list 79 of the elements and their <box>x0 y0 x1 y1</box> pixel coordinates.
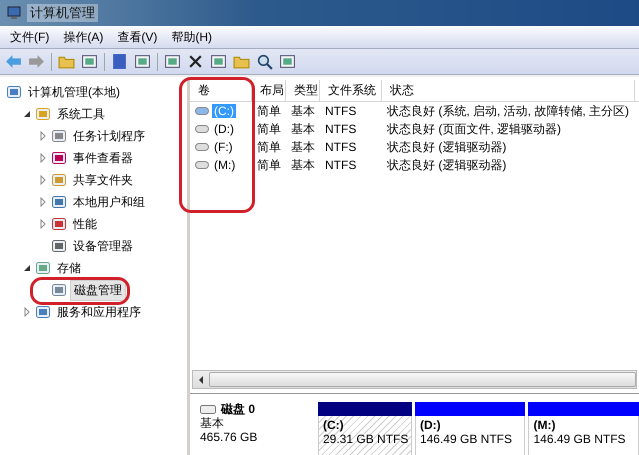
tree-item[interactable]: 性能 <box>70 214 100 234</box>
tree-item[interactable]: 设备管理器 <box>70 236 136 256</box>
disk-size: 465.76 GB <box>200 430 258 444</box>
table-cell: 基本 <box>291 102 315 120</box>
column-header[interactable]: 文件系统 <box>320 80 382 101</box>
menu-item[interactable]: 操作(A) <box>63 28 104 46</box>
tree-node-icon <box>51 216 67 232</box>
drive-icon <box>195 125 209 133</box>
tree-item[interactable]: 本地用户和组 <box>70 192 148 212</box>
tree-node-icon <box>35 106 51 122</box>
column-header[interactable]: 卷 <box>190 80 252 101</box>
table-cell: NTFS <box>325 122 356 136</box>
volume-name[interactable]: (F:) <box>212 140 235 154</box>
collapsed-triangle-icon[interactable] <box>38 153 48 163</box>
table-cell: 状态良好 (逻辑驱动器) <box>387 138 506 156</box>
collapsed-triangle-icon[interactable] <box>38 175 48 185</box>
tree-node-icon <box>51 172 67 188</box>
drive-icon <box>195 107 209 115</box>
partition-label: (M:) <box>533 418 556 432</box>
search-icon[interactable] <box>256 53 273 70</box>
tree-node-icon <box>51 238 67 254</box>
table-cell: 基本 <box>291 156 315 174</box>
table-cell: 状态良好 (系统, 启动, 活动, 故障转储, 主分区) <box>387 102 629 120</box>
column-header[interactable]: 类型 <box>286 80 320 101</box>
menu-item[interactable]: 帮助(H) <box>171 28 212 46</box>
table-cell: 简单 <box>257 102 281 120</box>
tree-item[interactable]: 磁盘管理 <box>70 280 126 300</box>
pane-icon[interactable] <box>134 53 151 70</box>
table-cell: 状态良好 (页面文件, 逻辑驱动器) <box>387 120 561 138</box>
collapsed-triangle-icon[interactable] <box>38 131 48 141</box>
drive-icon <box>195 143 209 151</box>
scroll-left-arrow-icon[interactable] <box>197 376 205 384</box>
tree-item[interactable]: 系统工具 <box>54 104 108 124</box>
tree-node-icon <box>35 260 51 276</box>
menu-item[interactable]: 查看(V) <box>117 28 158 46</box>
partition-size: 146.49 GB NTFS <box>533 432 627 446</box>
tree-item[interactable]: 共享文件夹 <box>70 170 136 190</box>
expanded-triangle-icon[interactable] <box>22 109 32 119</box>
tree-node-icon <box>51 282 67 298</box>
tree-node-icon <box>51 194 67 210</box>
table-cell: NTFS <box>325 104 356 118</box>
tree-item[interactable]: 服务和应用程序 <box>54 302 144 322</box>
window-title: 计算机管理 <box>27 4 98 22</box>
computer-icon <box>6 5 22 21</box>
table-cell: 简单 <box>257 138 281 156</box>
pane-icon[interactable] <box>81 53 98 70</box>
volume-name[interactable]: (M:) <box>212 158 238 172</box>
menu-item[interactable]: 文件(F) <box>10 28 50 46</box>
drive-icon <box>195 161 209 169</box>
tree-item[interactable]: 存储 <box>54 258 84 278</box>
volume-name[interactable]: (D:) <box>212 122 236 136</box>
tree-item[interactable]: 任务计划程序 <box>70 126 148 146</box>
disk-type: 基本 <box>200 416 225 430</box>
expanded-triangle-icon[interactable] <box>22 263 32 273</box>
table-cell: NTFS <box>325 158 356 172</box>
table-cell: 简单 <box>257 156 281 174</box>
partition-size: 29.31 GB NTFS <box>323 432 407 446</box>
delete-icon[interactable] <box>187 53 204 70</box>
disk-name: 磁盘 0 <box>221 402 256 416</box>
partition-label: (C:) <box>323 418 345 432</box>
horizontal-scrollbar[interactable] <box>192 370 637 389</box>
column-header[interactable]: 状态 <box>382 80 635 101</box>
table-cell: 简单 <box>257 120 281 138</box>
tree-item[interactable]: 事件查看器 <box>70 148 136 168</box>
tree-node-icon <box>51 128 67 144</box>
partition-size: 146.49 GB NTFS <box>420 432 513 446</box>
collapsed-triangle-icon[interactable] <box>38 219 48 229</box>
table-cell: 基本 <box>291 120 315 138</box>
collapsed-triangle-icon[interactable] <box>22 307 32 317</box>
tree-node-icon <box>35 304 51 320</box>
table-cell: 状态良好 (逻辑驱动器) <box>387 156 506 174</box>
table-cell: 基本 <box>291 138 315 156</box>
tree-node-icon <box>51 150 67 166</box>
partition-label: (D:) <box>420 418 442 432</box>
column-header[interactable]: 布局 <box>252 80 286 101</box>
tree-node-icon <box>6 84 22 100</box>
tree-item[interactable]: 计算机管理(本地) <box>25 82 123 102</box>
collapsed-triangle-icon[interactable] <box>38 197 48 207</box>
table-cell: NTFS <box>325 140 356 154</box>
